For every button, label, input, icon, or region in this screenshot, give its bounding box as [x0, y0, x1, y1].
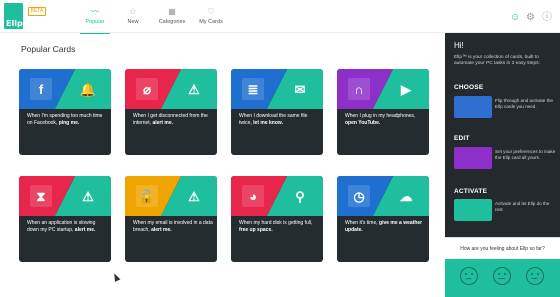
panel-intro: Ellp™ is your collection of cards, built… — [454, 55, 540, 66]
section-title: Popular Cards — [21, 44, 76, 54]
trending-icon: 〰 — [91, 7, 99, 16]
card-text: When my email is involved in a data brea… — [133, 220, 213, 233]
feedback-question: How are you feeling about Ellp so far? — [445, 237, 560, 259]
logo-text: Ellp — [6, 19, 23, 28]
grid-icon: ▦ — [168, 7, 176, 16]
mouse-cursor — [111, 272, 121, 282]
headphones-icon: ∩ — [348, 78, 370, 100]
info-icon[interactable]: ⓘ — [542, 13, 552, 23]
card-art: ⧗ ⚠ — [19, 176, 111, 216]
card-trigger-text: When it's time, — [345, 220, 380, 226]
card-action-text: ping me. — [58, 119, 80, 126]
step-edit-text: Set your preferences to make the Ellp ca… — [495, 149, 556, 160]
nav-tab-popular[interactable]: 〰 Popular — [74, 6, 116, 34]
card-text: When it's time, give me a weather update… — [345, 220, 425, 233]
card-art: 🔓 ⚠ — [125, 176, 217, 216]
pie-chart-icon: ◕ — [242, 185, 264, 207]
warning-icon: ⚠ — [188, 81, 200, 97]
hourglass-icon: ⧗ — [30, 185, 52, 207]
card-tabs — [267, 258, 287, 262]
card-text: When I get disconnected from the interne… — [133, 113, 213, 126]
card-tabs — [55, 258, 75, 262]
step-activate-image — [454, 199, 492, 221]
panel-greeting: Hi! — [454, 41, 464, 50]
card-trigger-text: When I plug in my headphones, — [345, 113, 416, 119]
step-activate-title: ACTIVATE — [454, 188, 488, 195]
files-icon: ≣ — [242, 78, 264, 100]
panel-header: ☺ ⚙ ⓘ — [445, 0, 560, 33]
feedback-bar: How are you feeling about Ellp so far? — [445, 237, 560, 297]
step-activate-text: Activate and let Ellp do the rest — [495, 201, 550, 212]
card-tabs — [161, 258, 181, 262]
step-edit-image — [454, 147, 492, 169]
card-text: When I plug in my headphones, open YouTu… — [345, 113, 425, 126]
card[interactable]: ∩ ▶ When I plug in my headphones, open You… — [337, 69, 429, 155]
top-bar: Ellp BETA 〰 Popular ☆ New ▦ Categories ♡… — [0, 0, 445, 34]
step-choose-text: Flip through and activate the Ellp cards… — [495, 98, 553, 109]
beta-badge: BETA — [28, 7, 46, 16]
card-action-text: let me know. — [253, 119, 283, 126]
card-trigger-text: When my email is involved in a data brea… — [133, 220, 213, 233]
card-text: When an application is slowing down my P… — [27, 220, 107, 233]
bell-icon: 🔔 — [79, 81, 97, 97]
card-action-text: open YouTube. — [345, 119, 381, 126]
card-tabs — [267, 151, 287, 155]
card-trigger-text: When my hard disk is getting full, — [239, 220, 313, 226]
card-art: ∩ ▶ — [337, 69, 429, 109]
nav-tab-new[interactable]: ☆ New — [112, 6, 154, 30]
heart-icon: ♡ — [207, 7, 215, 16]
unlock-icon: 🔓 — [136, 185, 158, 207]
card-action-text: alert me. — [152, 119, 174, 126]
broom-icon: ⚲ — [295, 188, 305, 204]
warning-icon: ⚠ — [188, 188, 200, 204]
sad-face-icon[interactable] — [460, 267, 478, 285]
card[interactable]: ≣ ✉ When I download the same file twice, l… — [231, 69, 323, 155]
card-tabs — [373, 151, 393, 155]
card[interactable]: ◕ ⚲ When my hard disk is getting full, fre… — [231, 176, 323, 262]
weather-icon: ☁ — [399, 188, 413, 204]
neutral-face-icon[interactable] — [493, 267, 511, 285]
card-text: When my hard disk is getting full, free … — [239, 220, 319, 233]
nav-tab-categories[interactable]: ▦ Categories — [151, 6, 193, 30]
youtube-icon: ▶ — [401, 81, 411, 97]
gear-icon[interactable]: ⚙ — [526, 13, 535, 23]
card[interactable]: ◷ ☁ When it's time, give me a weather upda… — [337, 176, 429, 262]
message-icon: ✉ — [294, 81, 306, 97]
card[interactable]: f 🔔 When I'm spending too much time on Fac… — [19, 69, 111, 155]
warning-icon: ⚠ — [82, 188, 94, 204]
card-tabs — [55, 151, 75, 155]
card[interactable]: ⧗ ⚠ When an application is slowing down my… — [19, 176, 111, 262]
card-art: ◕ ⚲ — [231, 176, 323, 216]
card-art: ≣ ✉ — [231, 69, 323, 109]
nav-tab-label: Categories — [158, 19, 186, 25]
card-action-text: alert me. — [151, 226, 172, 233]
happy-face-icon[interactable] — [526, 267, 544, 285]
step-choose-title: CHOOSE — [454, 84, 484, 91]
card-text: When I download the same file twice, let… — [239, 113, 319, 126]
wifi-off-icon: ⌀ — [136, 78, 158, 100]
star-icon: ☆ — [129, 7, 137, 16]
nav-tab-label: New — [127, 19, 139, 25]
card-tabs — [161, 151, 181, 155]
step-choose-image — [454, 96, 492, 118]
ellp-logo[interactable]: Ellp — [4, 3, 23, 29]
card[interactable]: 🔓 ⚠ When my email is involved in a data br… — [125, 176, 217, 262]
nav-tab-label: Popular — [85, 19, 105, 25]
card[interactable]: ⌀ ⚠ When I get disconnected from the inter… — [125, 69, 217, 155]
card-tabs — [373, 258, 393, 262]
facebook-icon: f — [30, 78, 52, 100]
step-edit-title: EDIT — [454, 135, 470, 142]
nav-tab-my-cards[interactable]: ♡ My Cards — [190, 6, 232, 30]
card-action-text: alert me. — [74, 226, 96, 233]
card-art: ◷ ☁ — [337, 176, 429, 216]
smiley-icon[interactable]: ☺ — [510, 13, 520, 23]
clock-icon: ◷ — [348, 185, 370, 207]
card-art: ⌀ ⚠ — [125, 69, 217, 109]
card-action-text: free up space. — [239, 226, 273, 233]
app-window: Ellp BETA 〰 Popular ☆ New ▦ Categories ♡… — [0, 0, 560, 297]
nav-tab-label: My Cards — [199, 19, 223, 25]
card-text: When I'm spending too much time on Faceb… — [27, 113, 107, 126]
card-art: f 🔔 — [19, 69, 111, 109]
